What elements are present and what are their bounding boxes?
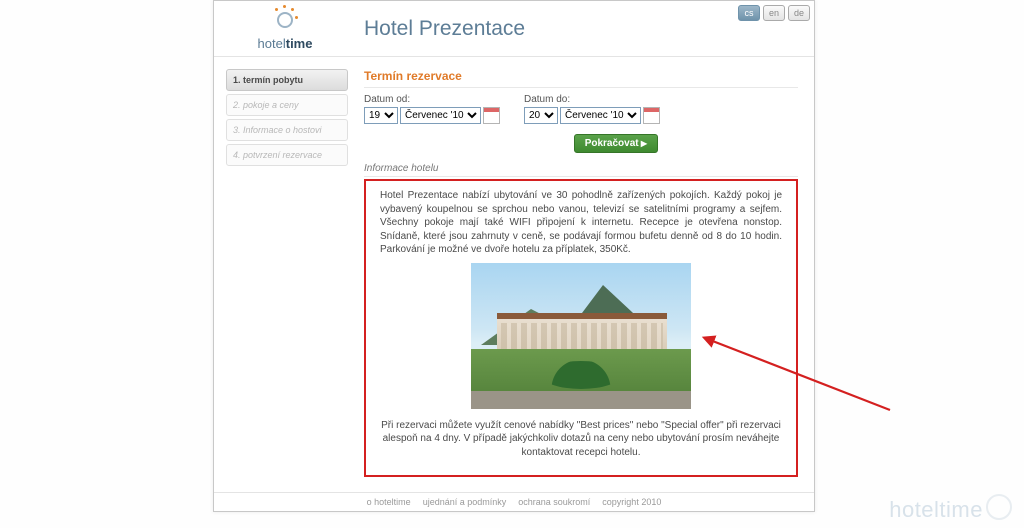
page-title: Hotel Prezentace: [364, 17, 525, 41]
date-from-day-select[interactable]: 19: [364, 107, 398, 124]
footer-copyright: copyright 2010: [602, 497, 661, 507]
date-from: Datum od: 19 Červenec '10: [364, 94, 500, 124]
hotel-info-p2: Při rezervaci můžete využít cenové nabíd…: [380, 419, 782, 460]
footer: o hoteltime ujednání a podmínky ochrana …: [214, 492, 814, 511]
wizard-step-3[interactable]: 3. Informace o hostovi: [226, 119, 348, 141]
brand-name: hoteltime: [258, 36, 313, 51]
calendar-icon[interactable]: [483, 107, 500, 124]
wizard-step-4[interactable]: 4. potvrzení rezervace: [226, 144, 348, 166]
footer-about-link[interactable]: o hoteltime: [367, 497, 411, 507]
wizard-steps: 1. termín pobytu 2. pokoje a ceny 3. Inf…: [226, 69, 348, 477]
footer-privacy-link[interactable]: ochrana soukromí: [518, 497, 590, 507]
date-to-label: Datum do:: [524, 94, 660, 105]
date-to: Datum do: 20 Červenec '10: [524, 94, 660, 124]
date-to-day-select[interactable]: 20: [524, 107, 558, 124]
date-to-month-select[interactable]: Červenec '10: [560, 107, 641, 124]
hotel-info-box: Hotel Prezentace nabízí ubytování ve 30 …: [364, 179, 798, 477]
header: hoteltime Hotel Prezentace: [214, 1, 814, 57]
hotel-info-p1: Hotel Prezentace nabízí ubytování ve 30 …: [380, 189, 782, 257]
wizard-step-2[interactable]: 2. pokoje a ceny: [226, 94, 348, 116]
lang-en-button[interactable]: en: [763, 5, 785, 21]
hotel-photo: [471, 263, 691, 409]
clock-icon: [986, 494, 1012, 520]
continue-button[interactable]: Pokračovat: [574, 134, 658, 153]
main-column: Termín rezervace Datum od: 19 Červenec '…: [364, 69, 798, 477]
term-heading: Termín rezervace: [364, 69, 798, 88]
calendar-icon[interactable]: [643, 107, 660, 124]
date-from-label: Datum od:: [364, 94, 500, 105]
brand-logo: hoteltime: [230, 6, 340, 51]
language-switch: cs en de: [738, 5, 810, 21]
date-from-month-select[interactable]: Červenec '10: [400, 107, 481, 124]
watermark: hoteltime: [889, 497, 1012, 524]
clock-icon: [271, 6, 299, 34]
footer-terms-link[interactable]: ujednání a podmínky: [423, 497, 507, 507]
body: 1. termín pobytu 2. pokoje a ceny 3. Inf…: [214, 57, 814, 477]
hotel-info-heading: Informace hotelu: [364, 163, 798, 177]
lang-cs-button[interactable]: cs: [738, 5, 760, 21]
wizard-step-1[interactable]: 1. termín pobytu: [226, 69, 348, 91]
date-row: Datum od: 19 Červenec '10 Datum do: 20 Č…: [364, 94, 798, 124]
booking-card: cs en de hoteltime Hotel Prezentace 1. t…: [213, 0, 815, 512]
lang-de-button[interactable]: de: [788, 5, 810, 21]
